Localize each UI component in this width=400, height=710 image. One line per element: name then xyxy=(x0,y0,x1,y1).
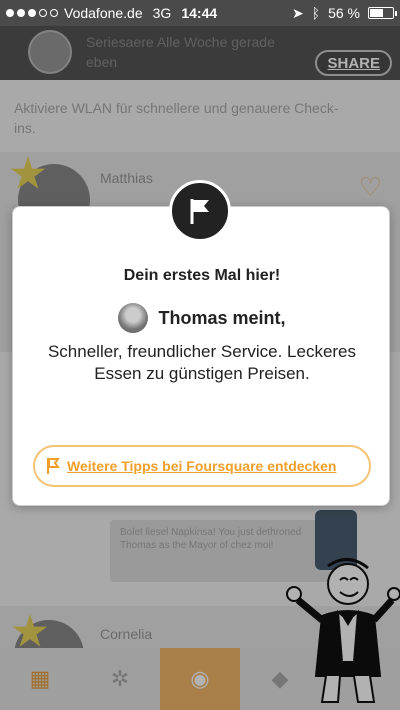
foursquare-flag-icon xyxy=(47,458,60,474)
tip-text: Schneller, freundlicher Service. Leckere… xyxy=(47,342,357,383)
battery-percent: 56 % xyxy=(328,5,360,21)
bluetooth-icon: ᛒ xyxy=(311,5,321,21)
first-visit-dialog: Dein erstes Mal hier! Thomas meint, Schn… xyxy=(12,206,390,506)
author-name: Thomas meint, xyxy=(158,307,286,328)
signal-strength-icon xyxy=(6,9,58,17)
more-tips-label: Weitere Tipps bei Foursquare entdecken xyxy=(67,458,337,474)
network-type: 3G xyxy=(152,5,172,21)
more-tips-button[interactable]: Weitere Tipps bei Foursquare entdecken xyxy=(33,445,371,487)
dialog-title: Dein erstes Mal hier! xyxy=(123,267,281,284)
author-avatar xyxy=(118,303,149,333)
flag-icon xyxy=(169,180,231,242)
tip-author: Thomas meint, xyxy=(13,303,391,333)
clock: 14:44 xyxy=(181,5,218,21)
status-bar: Vodafone.de 3G 14:44 ➤ ᛒ 56 % xyxy=(0,0,400,26)
battery-icon xyxy=(368,7,397,19)
carrier-name: Vodafone.de xyxy=(64,5,143,21)
location-arrow-icon: ➤ xyxy=(291,4,304,21)
